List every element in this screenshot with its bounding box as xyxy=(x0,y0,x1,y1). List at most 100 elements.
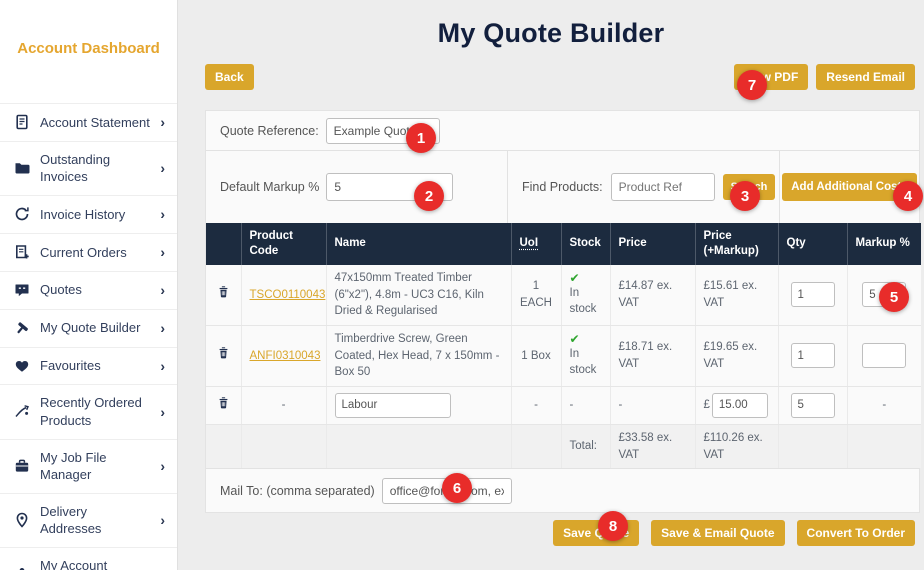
sidebar-item-label: My Job File Manager xyxy=(40,449,107,483)
annotation-badge-2: 2 xyxy=(414,181,444,211)
sidebar-item-account-statement[interactable]: Account Statement › xyxy=(0,103,177,141)
quote-builder-panel: Quote Reference: Default Markup % Find P… xyxy=(205,110,921,514)
find-products-input[interactable] xyxy=(610,173,715,201)
check-icon: ✔ xyxy=(569,331,580,346)
controls-row: Default Markup % Find Products: Search A… xyxy=(206,151,919,223)
qty-input[interactable] xyxy=(790,343,835,369)
recently-ordered-icon xyxy=(14,404,30,420)
briefcase-icon xyxy=(14,458,30,474)
back-button[interactable]: Back xyxy=(205,64,254,90)
save-email-quote-button[interactable]: Save & Email Quote xyxy=(651,520,785,547)
custom-item-name-input[interactable] xyxy=(334,392,451,418)
sidebar-nav: Account Statement › Outstanding Invoices… xyxy=(0,103,177,570)
column-header-markup: Markup % xyxy=(846,223,921,265)
delete-row-cell xyxy=(206,264,241,326)
sidebar-item-outstanding-invoices[interactable]: Outstanding Invoices › xyxy=(0,140,177,195)
stock-cell: - xyxy=(560,386,610,425)
invoice-history-icon xyxy=(14,206,30,222)
markup-input[interactable] xyxy=(862,343,907,369)
annotation-badge-3: 3 xyxy=(730,181,760,211)
table-header-row: Product Code Name UoI Stock Price Price … xyxy=(206,223,921,265)
quotes-icon xyxy=(14,282,30,298)
sidebar-item-my-quote-builder[interactable]: My Quote Builder › xyxy=(0,308,177,347)
trash-icon[interactable] xyxy=(217,396,230,413)
chevron-right-icon: › xyxy=(160,511,165,528)
uoi-cell: 1 EACH xyxy=(510,264,561,326)
convert-to-order-button[interactable]: Convert To Order xyxy=(796,520,915,547)
sidebar-item-my-job-file-manager[interactable]: My Job File Manager › xyxy=(0,438,177,493)
default-markup-label: Default Markup % xyxy=(220,180,320,194)
chevron-right-icon: › xyxy=(160,357,165,374)
sidebar-item-current-orders[interactable]: Current Orders › xyxy=(0,232,177,271)
page-title: My Quote Builder xyxy=(437,18,665,48)
sidebar-title: Account Dashboard xyxy=(17,40,160,57)
heart-icon xyxy=(14,358,30,374)
sidebar: Account Dashboard Account Statement › Ou… xyxy=(0,0,178,570)
qty-input[interactable] xyxy=(790,282,835,308)
currency-symbol: £ xyxy=(703,399,710,412)
chevron-right-icon: › xyxy=(160,565,165,570)
sidebar-item-invoice-history[interactable]: Invoice History › xyxy=(0,194,177,233)
qty-input[interactable] xyxy=(790,392,835,418)
trash-icon[interactable] xyxy=(217,286,230,302)
default-markup-group: Default Markup % xyxy=(206,151,508,223)
delete-row-cell xyxy=(206,325,241,387)
resend-email-button[interactable]: Resend Email xyxy=(816,64,915,90)
chevron-right-icon: › xyxy=(160,457,165,474)
column-header-qty: Qty xyxy=(777,223,847,265)
sidebar-item-recently-ordered-products[interactable]: Recently Ordered Products › xyxy=(0,384,177,438)
product-name-cell: Timberdrive Screw, Green Coated, Hex Hea… xyxy=(325,325,511,387)
price-cell: - xyxy=(609,386,695,425)
table-row: TSCO0110043 47x150mm Treated Timber (6"x… xyxy=(206,264,921,326)
sidebar-item-label: My Quote Builder xyxy=(40,320,141,336)
column-header-price-markup: Price (+Markup) xyxy=(694,223,778,265)
price-markup-cell: £ xyxy=(694,386,778,425)
markup-cell: - xyxy=(846,386,921,425)
person-icon xyxy=(14,566,30,570)
hammer-icon xyxy=(14,320,30,336)
custom-price-input[interactable] xyxy=(711,392,768,418)
sidebar-item-label: My Account Details xyxy=(40,557,108,570)
total-price: £33.58 ex. VAT xyxy=(609,424,695,469)
sidebar-item-label: Outstanding Invoices xyxy=(40,151,111,185)
stock-cell: ✔ In stock xyxy=(560,264,610,326)
product-code-link[interactable]: TSCO0110043 xyxy=(250,289,326,301)
price-markup-cell: £15.61 ex. VAT xyxy=(694,264,778,326)
column-header-product-code: Product Code xyxy=(240,223,326,265)
chevron-right-icon: › xyxy=(160,281,165,298)
actions-bar: Save Quote Save & Email Quote Convert To… xyxy=(178,520,915,547)
mail-to-label: Mail To: (comma separated) xyxy=(220,483,375,498)
mail-to-row: Mail To: (comma separated) xyxy=(206,468,919,512)
chevron-right-icon: › xyxy=(160,403,165,420)
column-header-uoi: UoI xyxy=(510,223,561,265)
folder-icon xyxy=(14,160,30,176)
column-header-stock: Stock xyxy=(560,223,610,265)
product-code-link[interactable]: ANFI0310043 xyxy=(250,350,321,362)
quote-reference-label: Quote Reference: xyxy=(220,123,319,138)
trash-icon[interactable] xyxy=(217,347,230,363)
product-code-cell: - xyxy=(240,386,326,425)
chevron-right-icon: › xyxy=(160,205,165,222)
toolbar: Back View PDF Resend Email xyxy=(178,64,924,90)
chevron-right-icon: › xyxy=(160,243,165,260)
sidebar-item-delivery-addresses[interactable]: Delivery Addresses › xyxy=(0,492,177,547)
sidebar-item-label: Account Statement xyxy=(40,114,150,130)
column-header-empty xyxy=(206,223,241,265)
sidebar-item-quotes[interactable]: Quotes › xyxy=(0,270,177,309)
main-content: My Quote Builder Back View PDF Resend Em… xyxy=(178,0,924,570)
sidebar-item-my-account-details[interactable]: My Account Details › xyxy=(0,546,177,570)
table-row: ANFI0310043 Timberdrive Screw, Green Coa… xyxy=(206,325,921,387)
sidebar-item-label: Recently Ordered Products xyxy=(40,395,142,428)
total-row: Total: £33.58 ex. VAT £110.26 ex. VAT xyxy=(206,424,921,469)
chevron-right-icon: › xyxy=(160,159,165,176)
column-header-name: Name xyxy=(325,223,511,265)
check-icon: ✔ xyxy=(569,270,580,285)
find-products-label: Find Products: xyxy=(522,180,603,194)
current-orders-icon xyxy=(14,244,30,260)
annotation-badge-5: 5 xyxy=(879,282,909,312)
sidebar-item-favourites[interactable]: Favourites › xyxy=(0,346,177,385)
annotation-badge-1: 1 xyxy=(406,123,436,153)
annotation-badge-6: 6 xyxy=(442,473,472,503)
uoi-cell: - xyxy=(510,386,561,425)
total-price-markup: £110.26 ex. VAT xyxy=(694,424,778,469)
